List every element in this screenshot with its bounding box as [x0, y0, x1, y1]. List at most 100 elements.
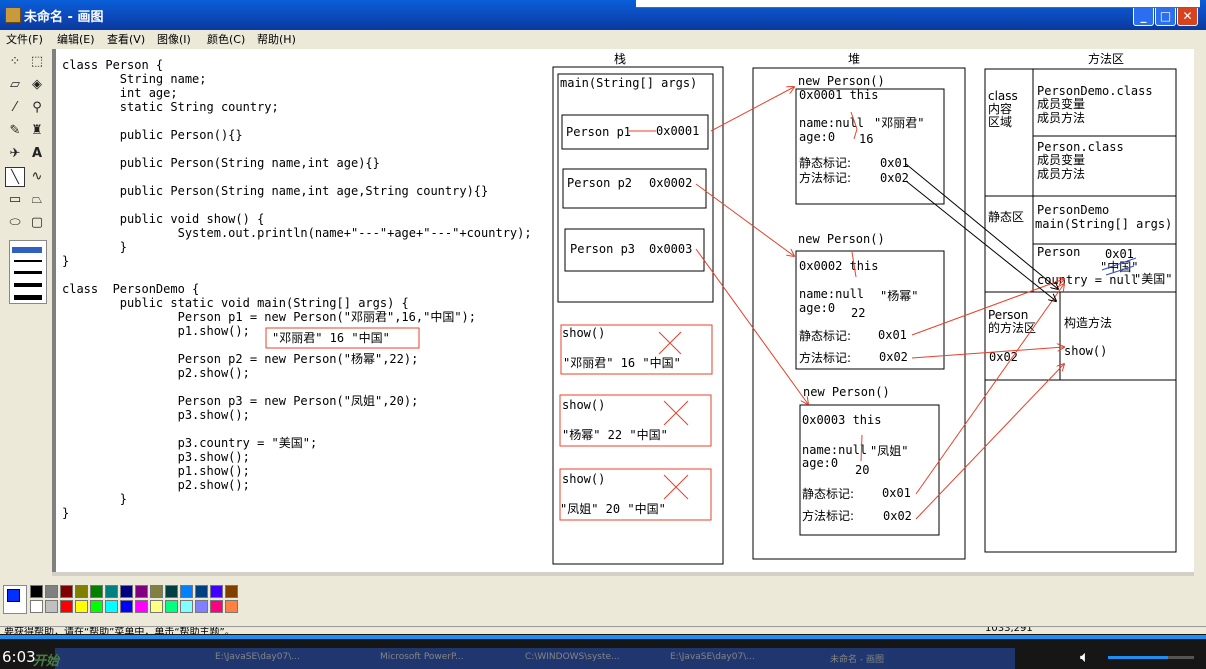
- magnifier-icon[interactable]: ⚲: [27, 98, 47, 118]
- palette-swatch[interactable]: [195, 600, 208, 613]
- palette-swatch[interactable]: [210, 585, 223, 598]
- palette-swatch[interactable]: [45, 585, 58, 598]
- palette-swatch[interactable]: [165, 600, 178, 613]
- heap-object-1-title: new Person(): [798, 74, 885, 88]
- heap-object-2-static-mark: 静态标记:: [799, 329, 851, 343]
- code-line: p3.show();: [62, 450, 250, 464]
- eraser-icon[interactable]: ▱: [5, 75, 25, 95]
- palette-swatch[interactable]: [210, 600, 223, 613]
- horizontal-scrollbar[interactable]: [52, 572, 1194, 576]
- palette-swatch[interactable]: [105, 600, 118, 613]
- menu-view[interactable]: 查看(V): [107, 31, 145, 47]
- palette-swatch[interactable]: [120, 600, 133, 613]
- code-line: }: [62, 254, 69, 268]
- fill-bucket-icon[interactable]: ◈: [27, 75, 47, 95]
- pencil-icon[interactable]: ✎: [5, 121, 25, 141]
- ref-p2-addr: 0x0002: [649, 176, 692, 190]
- taskbar: 开始 E:\JavaSE\day07\... Microsoft PowerP.…: [33, 648, 1015, 669]
- show-frame-3-line: "凤姐" 20 "中国": [560, 501, 666, 516]
- palette-swatch[interactable]: [180, 585, 193, 598]
- line-width-selector[interactable]: [9, 240, 47, 304]
- show-frame-1-line: "邓丽君" 16 "中国": [563, 355, 681, 370]
- menu-edit[interactable]: 编辑(E): [57, 31, 95, 47]
- taskbar-item-4[interactable]: E:\JavaSE\day07\...: [670, 652, 755, 662]
- heap-object-2-age: age:0: [799, 301, 835, 315]
- heap-object-1-method-mark: 方法标记:: [799, 170, 851, 185]
- taskbar-item-5[interactable]: 未命名 - 画图: [830, 652, 884, 665]
- heap-object-2-name-value: "杨幂": [880, 288, 918, 303]
- heap-object-3-static-addr: 0x01: [882, 486, 911, 500]
- line-width-4[interactable]: [14, 283, 42, 287]
- palette-swatch[interactable]: [30, 585, 43, 598]
- static2-new-value: "美国": [1134, 272, 1172, 286]
- palette-swatch[interactable]: [90, 600, 103, 613]
- code-line: int age;: [62, 86, 178, 100]
- class1-fields: 成员变量: [1037, 96, 1085, 111]
- palette-swatch[interactable]: [150, 600, 163, 613]
- palette-swatch[interactable]: [60, 600, 73, 613]
- menu-colors[interactable]: 颜色(C): [207, 31, 245, 47]
- line-tool-icon[interactable]: ╲: [5, 167, 25, 187]
- heap-object-2-name: name:null: [799, 287, 864, 301]
- palette-swatch[interactable]: [180, 600, 193, 613]
- palette-swatch[interactable]: [60, 585, 73, 598]
- ellipse-tool-icon[interactable]: ⬭: [5, 213, 25, 233]
- heap-object-3-title: new Person(): [803, 385, 890, 399]
- start-button[interactable]: 开始: [33, 650, 59, 669]
- palette-swatch[interactable]: [225, 600, 238, 613]
- heap-object-2-title: new Person(): [798, 232, 885, 246]
- brush-icon[interactable]: ♜: [27, 121, 47, 141]
- palette-swatch[interactable]: [75, 585, 88, 598]
- heap-object-2: new Person() 0x0002 this name:null "杨幂" …: [795, 232, 945, 370]
- line-width-2[interactable]: [14, 260, 42, 262]
- palette-swatch[interactable]: [45, 600, 58, 613]
- palette-swatch[interactable]: [195, 585, 208, 598]
- free-select-icon[interactable]: ⁘: [5, 52, 25, 72]
- heap-object-2-this: 0x0002 this: [799, 259, 878, 273]
- drawing-canvas[interactable]: class Person { String name; int age; sta…: [56, 49, 1194, 572]
- palette-swatch[interactable]: [135, 585, 148, 598]
- maximize-button[interactable]: □: [1155, 6, 1176, 26]
- volume-slider[interactable]: [1108, 656, 1194, 659]
- palette-swatch[interactable]: [135, 600, 148, 613]
- palette-swatch[interactable]: [105, 585, 118, 598]
- taskbar-item-1[interactable]: E:\JavaSE\day07\...: [215, 652, 300, 662]
- close-button[interactable]: ✕: [1177, 6, 1198, 26]
- color-picker-icon[interactable]: ⁄: [5, 98, 25, 118]
- curve-tool-icon[interactable]: ∿: [27, 167, 47, 187]
- palette-swatch[interactable]: [150, 585, 163, 598]
- main-frame-label: main(String[] args): [560, 76, 697, 90]
- palette-swatch[interactable]: [225, 585, 238, 598]
- palette-swatch[interactable]: [30, 600, 43, 613]
- menu-help[interactable]: 帮助(H): [257, 31, 296, 47]
- airbrush-icon[interactable]: ✈: [5, 144, 25, 164]
- minimize-button[interactable]: _: [1133, 6, 1154, 26]
- taskbar-item-3[interactable]: C:\WINDOWS\syste...: [525, 652, 620, 662]
- current-colors[interactable]: [3, 585, 27, 614]
- rectangle-tool-icon[interactable]: ▭: [5, 190, 25, 210]
- line-width-5[interactable]: [14, 295, 42, 300]
- heap-object-1-static-mark: 静态标记:: [799, 156, 851, 170]
- palette-swatch[interactable]: [90, 585, 103, 598]
- palette-swatch[interactable]: [120, 585, 133, 598]
- volume-icon[interactable]: 🔈︎: [1080, 647, 1090, 667]
- menu-file[interactable]: 文件(F): [6, 31, 43, 47]
- polygon-tool-icon[interactable]: ⏢: [27, 190, 47, 210]
- rounded-rect-tool-icon[interactable]: ▢: [27, 213, 47, 233]
- canvas-frame: class Person { String name; int age; sta…: [52, 49, 1194, 572]
- volume-fill: [1108, 656, 1169, 659]
- menu-image[interactable]: 图像(I): [157, 31, 191, 47]
- palette-swatch[interactable]: [75, 600, 88, 613]
- canvas-drawing: class Person { String name; int age; sta…: [62, 51, 1177, 565]
- code-line: String name;: [62, 72, 207, 86]
- video-progress-bar[interactable]: [0, 635, 1206, 639]
- rect-select-icon[interactable]: ⬚: [27, 52, 47, 72]
- heap-object-1-method-addr: 0x02: [880, 171, 909, 185]
- heap-object-1-age-value: 16: [859, 132, 873, 146]
- window-title: 未命名 - 画图: [24, 10, 104, 25]
- line-width-3[interactable]: [14, 271, 42, 274]
- line-width-1[interactable]: [12, 247, 42, 253]
- palette-swatch[interactable]: [165, 585, 178, 598]
- taskbar-item-2[interactable]: Microsoft PowerP...: [380, 652, 464, 662]
- text-tool-icon[interactable]: A: [27, 144, 47, 164]
